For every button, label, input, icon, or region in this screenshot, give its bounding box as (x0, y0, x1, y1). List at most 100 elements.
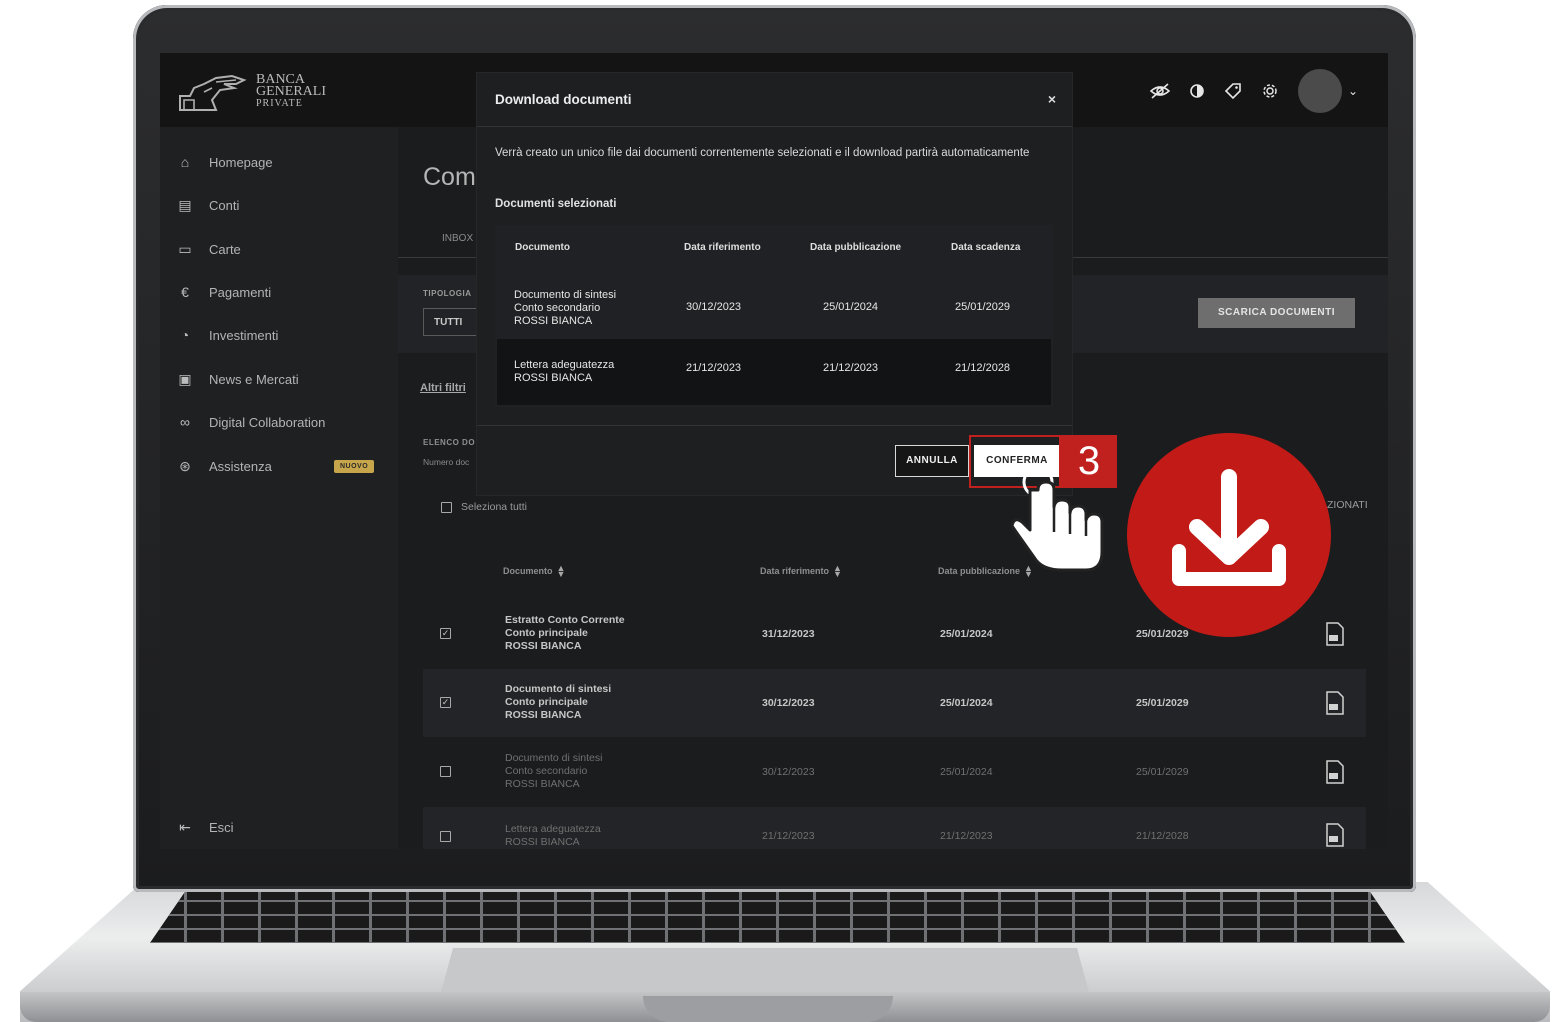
modal-table-row: Documento di sintesi Conto secondario ROSS… (497, 271, 1051, 337)
column-header-label: Data riferimento (760, 566, 830, 576)
row-document: Documento di sintesi Conto secondario ROSS… (505, 752, 602, 791)
modal-row-document: Documento di sintesi Conto secondario ROSS… (514, 289, 616, 328)
doc-line: Documento di sintesi (505, 683, 612, 695)
modal-footer-divider (477, 425, 1072, 426)
table-row[interactable]: Documento di sintesi Conto secondario ROSS… (423, 738, 1366, 806)
table-row[interactable]: ✓ Documento di sintesi Conto principale RO… (423, 669, 1366, 737)
laptop-keyboard (150, 888, 1405, 943)
sidebar-item-label: Conti (209, 198, 240, 213)
row-checkbox[interactable] (440, 831, 451, 842)
column-header-documento[interactable]: Documento ▲ ▼ (503, 563, 566, 579)
modal-header: Download documenti × (477, 73, 1072, 127)
row-data-scadenza: 21/12/2028 (1136, 830, 1189, 842)
bank-logo[interactable]: BANCA GENERALI PRIVATE (176, 70, 326, 114)
row-data-pubblicazione: 25/01/2024 (940, 766, 993, 778)
sort-icon: ▲ ▼ (556, 563, 566, 579)
doc-line: ROSSI BIANCA (505, 709, 582, 721)
sidebar-item-label: Investimenti (209, 327, 279, 343)
doc-line: Conto secondario (505, 765, 588, 777)
row-data-riferimento: 21/12/2023 (762, 830, 815, 842)
doc-line: Lettera adeguatezza (505, 823, 601, 835)
column-header-label: Documento (503, 566, 553, 576)
doc-line: Estratto Conto Corrente (505, 614, 625, 626)
select-all-checkbox[interactable] (441, 501, 452, 513)
row-data-pubblicazione: 21/12/2023 (940, 830, 993, 842)
brand-name: BANCA GENERALI PRIVATE (256, 73, 326, 110)
modal-row-document: Lettera adeguatezza ROSSI BIANCA (514, 359, 614, 385)
selected-documents-table: Documento Data riferimento Data pubblica… (495, 225, 1053, 407)
row-checkbox[interactable] (440, 766, 451, 777)
euro-icon: € (181, 284, 189, 300)
sidebar-item-label: Assistenza (209, 459, 272, 474)
pdf-download-icon[interactable] (1325, 691, 1345, 715)
modal-column-documento: Documento (515, 242, 570, 253)
sidebar-item-homepage[interactable]: ⌂ Homepage (177, 154, 273, 170)
sidebar-item-conti[interactable]: ▤ Conti (177, 197, 239, 214)
sidebar-item-label: Digital Collaboration (209, 414, 326, 430)
close-icon[interactable]: × (1048, 91, 1056, 107)
avatar[interactable] (1297, 69, 1342, 113)
row-data-pubblicazione: 25/01/2024 (940, 697, 993, 709)
doc-line: ROSSI BIANCA (505, 640, 582, 652)
doc-line: Conto principale (505, 696, 588, 708)
handshake-icon: ∞ (180, 414, 190, 430)
logout-button[interactable]: ⇤ Esci (177, 819, 233, 836)
select-all[interactable]: Seleziona tutti (441, 501, 527, 513)
modal-row-data-pubblicazione: 21/12/2023 (823, 362, 879, 374)
modal-subtitle: Documenti selezionati (495, 198, 617, 210)
sidebar-item-label: Carte (209, 242, 241, 257)
modal-row-data-scadenza: 21/12/2028 (955, 362, 1011, 374)
row-data-riferimento: 30/12/2023 (762, 697, 815, 709)
pdf-download-icon[interactable] (1325, 760, 1345, 784)
download-modal: Download documenti × Verrà creato un uni… (477, 73, 1072, 495)
row-data-riferimento: 30/12/2023 (762, 766, 815, 778)
document-count-label: Numero doc (423, 457, 470, 467)
document-list-label: ELENCO DO (423, 438, 476, 447)
eye-off-icon[interactable] (1149, 83, 1170, 99)
row-checkbox[interactable]: ✓ (440, 697, 451, 708)
cancel-button[interactable]: ANNULLA (895, 445, 969, 477)
doc-line: ROSSI BIANCA (514, 372, 593, 384)
sidebar-item-label: Homepage (209, 154, 273, 170)
page-title: Com (423, 163, 476, 191)
card-icon: ▭ (178, 241, 192, 257)
row-document: Estratto Conto Corrente Conto principale R… (505, 614, 625, 653)
laptop-trackpad (440, 948, 1090, 996)
doc-line: Conto secondario (514, 302, 601, 314)
pie-icon: ◔ (180, 327, 190, 343)
sidebar-item-news[interactable]: ▣ News e Mercati (177, 371, 298, 388)
row-checkbox[interactable]: ✓ (440, 628, 451, 639)
sidebar-item-investimenti[interactable]: ◔ Investimenti (177, 327, 279, 343)
sort-icon: ▲ ▼ (833, 563, 842, 579)
row-data-riferimento: 31/12/2023 (762, 628, 815, 640)
doc-line: ROSSI BIANCA (514, 315, 593, 327)
more-filters-link[interactable]: Altri filtri (420, 382, 466, 394)
row-data-pubblicazione: 25/01/2024 (940, 628, 993, 640)
select-all-label: Seleziona tutti (461, 501, 527, 513)
tipologia-select[interactable]: TUTTI (423, 308, 483, 336)
contrast-icon[interactable] (1190, 84, 1204, 98)
modal-title: Download documenti (495, 92, 632, 107)
sidebar-item-carte[interactable]: ▭ Carte (177, 241, 241, 258)
row-document: Documento di sintesi Conto principale ROSS… (505, 683, 611, 722)
tab-inbox[interactable]: INBOX (442, 233, 473, 244)
sidebar-item-digital-collaboration[interactable]: ∞ Digital Collaboration (177, 414, 325, 430)
chevron-down-icon[interactable]: ⌄ (1348, 84, 1358, 98)
new-badge: NUOVO (334, 460, 375, 473)
doc-line: ROSSI BIANCA (505, 778, 580, 790)
gear-icon[interactable] (1262, 83, 1278, 99)
doc-line: Documento di sintesi (514, 289, 617, 301)
sidebar-item-pagamenti[interactable]: € Pagamenti (177, 284, 271, 300)
doc-line: Conto principale (505, 627, 588, 639)
tag-icon[interactable] (1224, 82, 1242, 100)
modal-table-row: Lettera adeguatezza ROSSI BIANCA 21/12/20… (497, 339, 1051, 405)
pointing-hand-icon (1010, 466, 1104, 572)
news-icon: ▣ (178, 371, 192, 387)
column-header-data-riferimento[interactable]: Data riferimento ▲ ▼ (760, 563, 842, 579)
table-row[interactable]: Lettera adeguatezza ROSSI BIANCA 21/12/20… (423, 807, 1366, 849)
sidebar-item-assistenza[interactable]: ⊛ Assistenza (177, 458, 272, 475)
download-documents-button[interactable]: SCARICA DOCUMENTI (1198, 298, 1355, 328)
pdf-download-icon[interactable] (1325, 823, 1345, 847)
laptop-notch (643, 996, 893, 1022)
row-data-scadenza: 25/01/2029 (1136, 766, 1189, 778)
